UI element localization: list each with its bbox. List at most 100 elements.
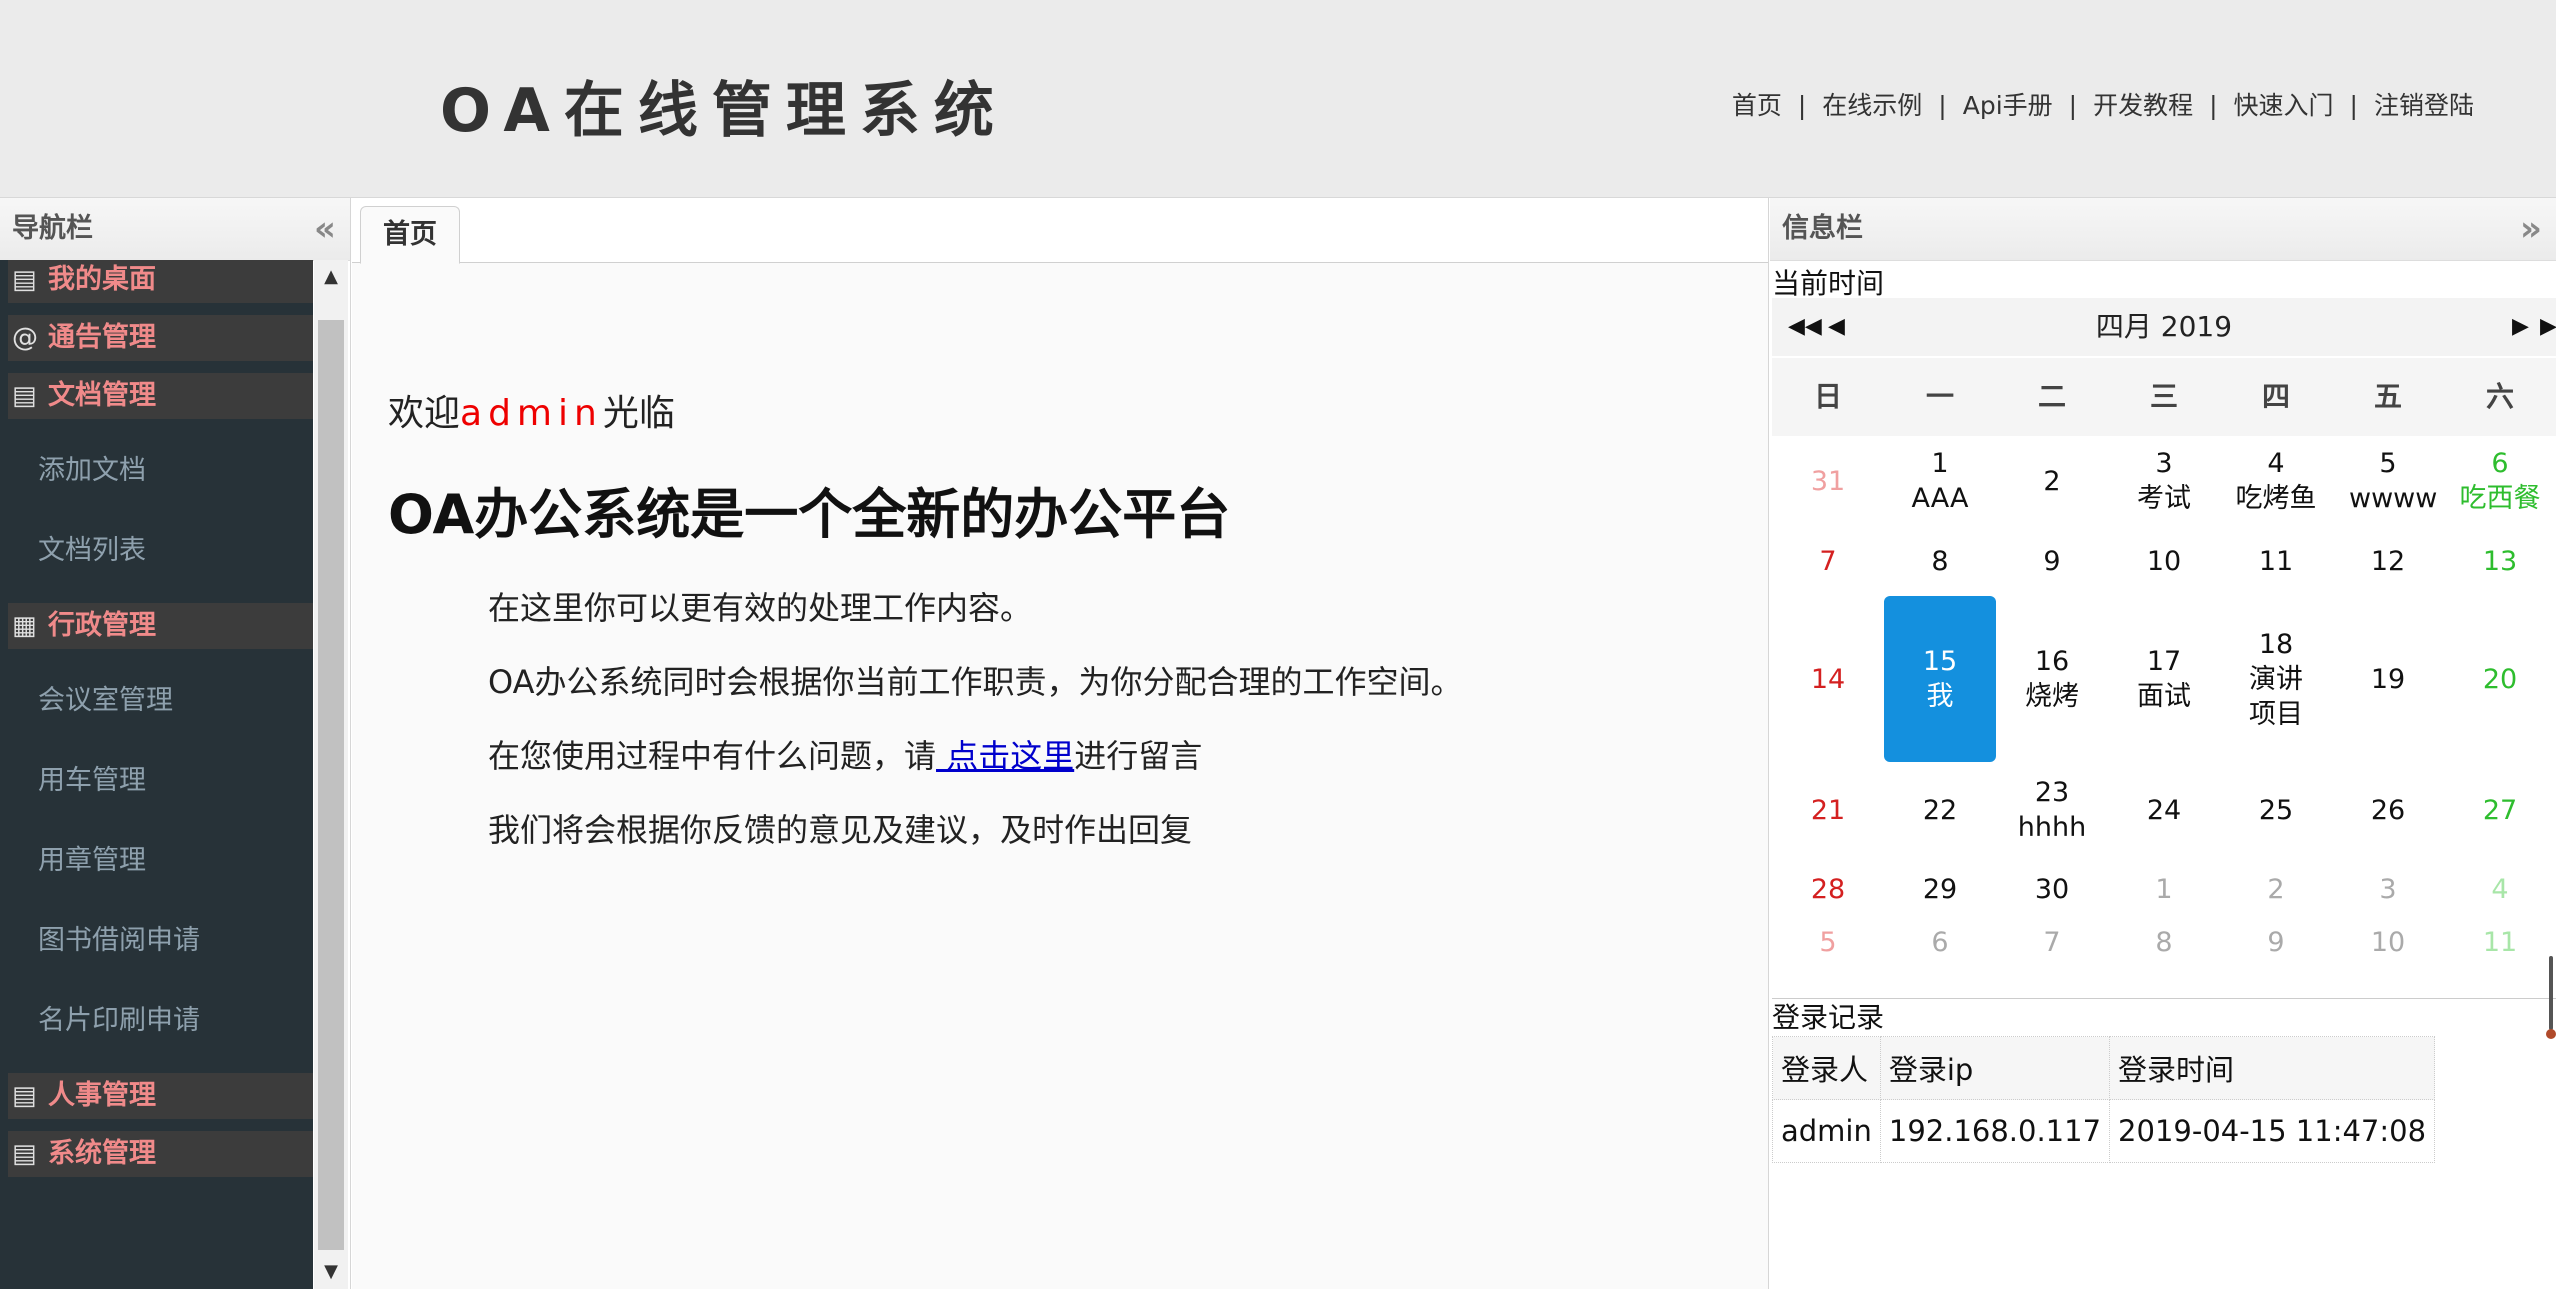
day-number: 19: [2370, 663, 2406, 695]
nav-link-examples[interactable]: 在线示例: [1822, 91, 1922, 120]
nav-group[interactable]: ▦ 行政管理: [8, 603, 313, 649]
collapse-right-icon[interactable]: »: [2520, 198, 2542, 260]
tab-home[interactable]: 首页: [360, 206, 460, 264]
welcome-prefix: 欢迎: [388, 393, 461, 434]
calendar-day[interactable]: 28: [1772, 858, 1884, 920]
prev-month-icon[interactable]: ◀: [1828, 298, 1845, 356]
top-header: OA在线管理系统 首页 | 在线示例 | Api手册 | 开发教程 | 快速入门 | 注销登陆: [0, 0, 2556, 198]
calendar-day[interactable]: 21: [1772, 762, 1884, 858]
sidebar-item[interactable]: 添加文档: [0, 431, 313, 511]
calendar-day[interactable]: 24: [2108, 762, 2220, 858]
calendar-day[interactable]: 25: [2220, 762, 2332, 858]
calendar-day[interactable]: 30: [1996, 858, 2108, 920]
calendar-day[interactable]: 8: [1884, 526, 1996, 596]
day-number: 25: [2258, 794, 2294, 826]
calendar-day[interactable]: 9: [1996, 526, 2108, 596]
memo-icon: ▤: [12, 1081, 37, 1111]
nav-scrollbar[interactable]: ▲ ▼: [314, 260, 348, 1289]
day-number: 17: [2146, 646, 2182, 677]
nav-panel-title: 导航栏: [12, 213, 93, 244]
sidebar-item[interactable]: 会议室管理: [0, 661, 313, 741]
day-number: 5: [1819, 926, 1837, 958]
calendar-day[interactable]: 12: [2332, 526, 2444, 596]
day-event: 吃烤鱼: [2235, 483, 2317, 514]
day-number: 9: [2267, 926, 2285, 958]
scroll-down-icon[interactable]: ▼: [314, 1255, 348, 1289]
calendar-day[interactable]: 17 面试: [2108, 596, 2220, 762]
nav-link-home[interactable]: 首页: [1732, 91, 1782, 120]
nav-link-api[interactable]: Api手册: [1963, 91, 2053, 120]
calendar-day[interactable]: 27: [2444, 762, 2556, 858]
nav-link-logout[interactable]: 注销登陆: [2374, 91, 2474, 120]
sidebar-item[interactable]: 文档列表: [0, 511, 313, 591]
day-number: 13: [2482, 545, 2518, 577]
calendar-day[interactable]: 29: [1884, 858, 1996, 920]
calendar-day[interactable]: 9: [2220, 920, 2332, 964]
nav-group-label: 人事管理: [48, 1080, 156, 1111]
prev-year-icon[interactable]: ◀◀: [1788, 298, 1822, 356]
calendar-day[interactable]: 7: [1996, 920, 2108, 964]
calendar: 四月 2019 ◀◀ ◀ ▶ ▶▶ 日一二三四五六 311AAA23考试4吃烤鱼…: [1772, 298, 2556, 999]
calendar-day[interactable]: 4 吃烤鱼: [2220, 436, 2332, 526]
calendar-weekdays: 日一二三四五六: [1772, 358, 2556, 436]
feedback-link[interactable]: 点击这里: [936, 737, 1074, 775]
nav-group[interactable]: ▤ 我的桌面: [8, 260, 313, 303]
nav-group[interactable]: ▤ 人事管理: [8, 1073, 313, 1119]
nav-group[interactable]: @ 通告管理: [8, 315, 313, 361]
collapse-left-icon[interactable]: «: [314, 198, 336, 260]
calendar-day[interactable]: 13: [2444, 526, 2556, 596]
day-number: 1: [1931, 448, 1949, 479]
calendar-day[interactable]: 7: [1772, 526, 1884, 596]
calendar-day[interactable]: 16 烧烤: [1996, 596, 2108, 762]
scroll-up-icon[interactable]: ▲: [314, 260, 348, 294]
calendar-day[interactable]: 14: [1772, 596, 1884, 762]
calendar-day[interactable]: 3 考试: [2108, 436, 2220, 526]
sidebar-item[interactable]: 图书借阅申请: [0, 901, 313, 981]
column-header-time: 登录时间: [2109, 1036, 2436, 1100]
calendar-day[interactable]: 23 hhhh: [1996, 762, 2108, 858]
calendar-day[interactable]: 22: [1884, 762, 1996, 858]
calendar-day[interactable]: 2: [2220, 858, 2332, 920]
info-panel: 信息栏 » 当前时间 四月 2019 ◀◀ ◀ ▶ ▶▶ 日一二三四五六 311…: [1770, 198, 2556, 1289]
calendar-grid: 31 1 AAA 2 3 考试 4 吃烤鱼 5 wwww 6 吃西餐 7 8 9 10 11 12 13 14 15 我 1…: [1772, 436, 2556, 964]
calendar-day[interactable]: 5: [1772, 920, 1884, 964]
nav-group[interactable]: ▤ 文档管理: [8, 373, 313, 419]
calendar-day[interactable]: 2: [1996, 436, 2108, 526]
calendar-day[interactable]: 6: [1884, 920, 1996, 964]
sidebar-item[interactable]: 用章管理: [0, 821, 313, 901]
next-month-icon[interactable]: ▶: [2512, 298, 2529, 356]
calendar-day[interactable]: 31: [1772, 436, 1884, 526]
nav-group[interactable]: ▤ 系统管理: [8, 1131, 313, 1177]
scrollbar-thumb[interactable]: [318, 320, 344, 1250]
sidebar-item[interactable]: 名片印刷申请: [0, 981, 313, 1061]
calendar-day[interactable]: 1 AAA: [1884, 436, 1996, 526]
calendar-day[interactable]: 18 演讲项目: [2220, 596, 2332, 762]
calendar-day[interactable]: 10: [2108, 526, 2220, 596]
sidebar-item[interactable]: 用车管理: [0, 741, 313, 821]
calendar-day[interactable]: 1: [2108, 858, 2220, 920]
calendar-day[interactable]: 8: [2108, 920, 2220, 964]
calendar-day-today[interactable]: 15 我: [1884, 596, 1996, 762]
calendar-day[interactable]: 3: [2332, 858, 2444, 920]
table-cell-ip: 192.168.0.117: [1879, 1099, 2111, 1163]
weekday-label: 一: [1925, 380, 1954, 413]
calendar-day[interactable]: 11: [2220, 526, 2332, 596]
login-records-table: 登录人 登录ip 登录时间 admin 192.168.0.117 2019-0…: [1772, 1036, 2436, 1163]
calendar-day[interactable]: 11: [2444, 920, 2556, 964]
next-year-icon[interactable]: ▶▶: [2540, 298, 2556, 356]
calendar-day[interactable]: 6 吃西餐: [2444, 436, 2556, 526]
calendar-day[interactable]: 26: [2332, 762, 2444, 858]
day-number: 22: [1922, 794, 1958, 826]
nav-link-quickstart[interactable]: 快速入门: [2234, 91, 2334, 120]
resize-handle-icon[interactable]: [2546, 956, 2556, 1042]
nav-link-tutorial[interactable]: 开发教程: [2093, 91, 2193, 120]
calendar-day[interactable]: 10: [2332, 920, 2444, 964]
calendar-day[interactable]: 19: [2332, 596, 2444, 762]
table-row: admin 192.168.0.117 2019-04-15 11:47:08: [1772, 1099, 2436, 1163]
calendar-week: 7 8 9 10 11 12 13: [1772, 526, 2556, 596]
nav-panel-header: 导航栏 «: [0, 198, 350, 261]
calendar-day[interactable]: 5 wwww: [2332, 436, 2444, 526]
calendar-day[interactable]: 4: [2444, 858, 2556, 920]
calendar-day[interactable]: 20: [2444, 596, 2556, 762]
at-icon: @: [12, 323, 38, 353]
